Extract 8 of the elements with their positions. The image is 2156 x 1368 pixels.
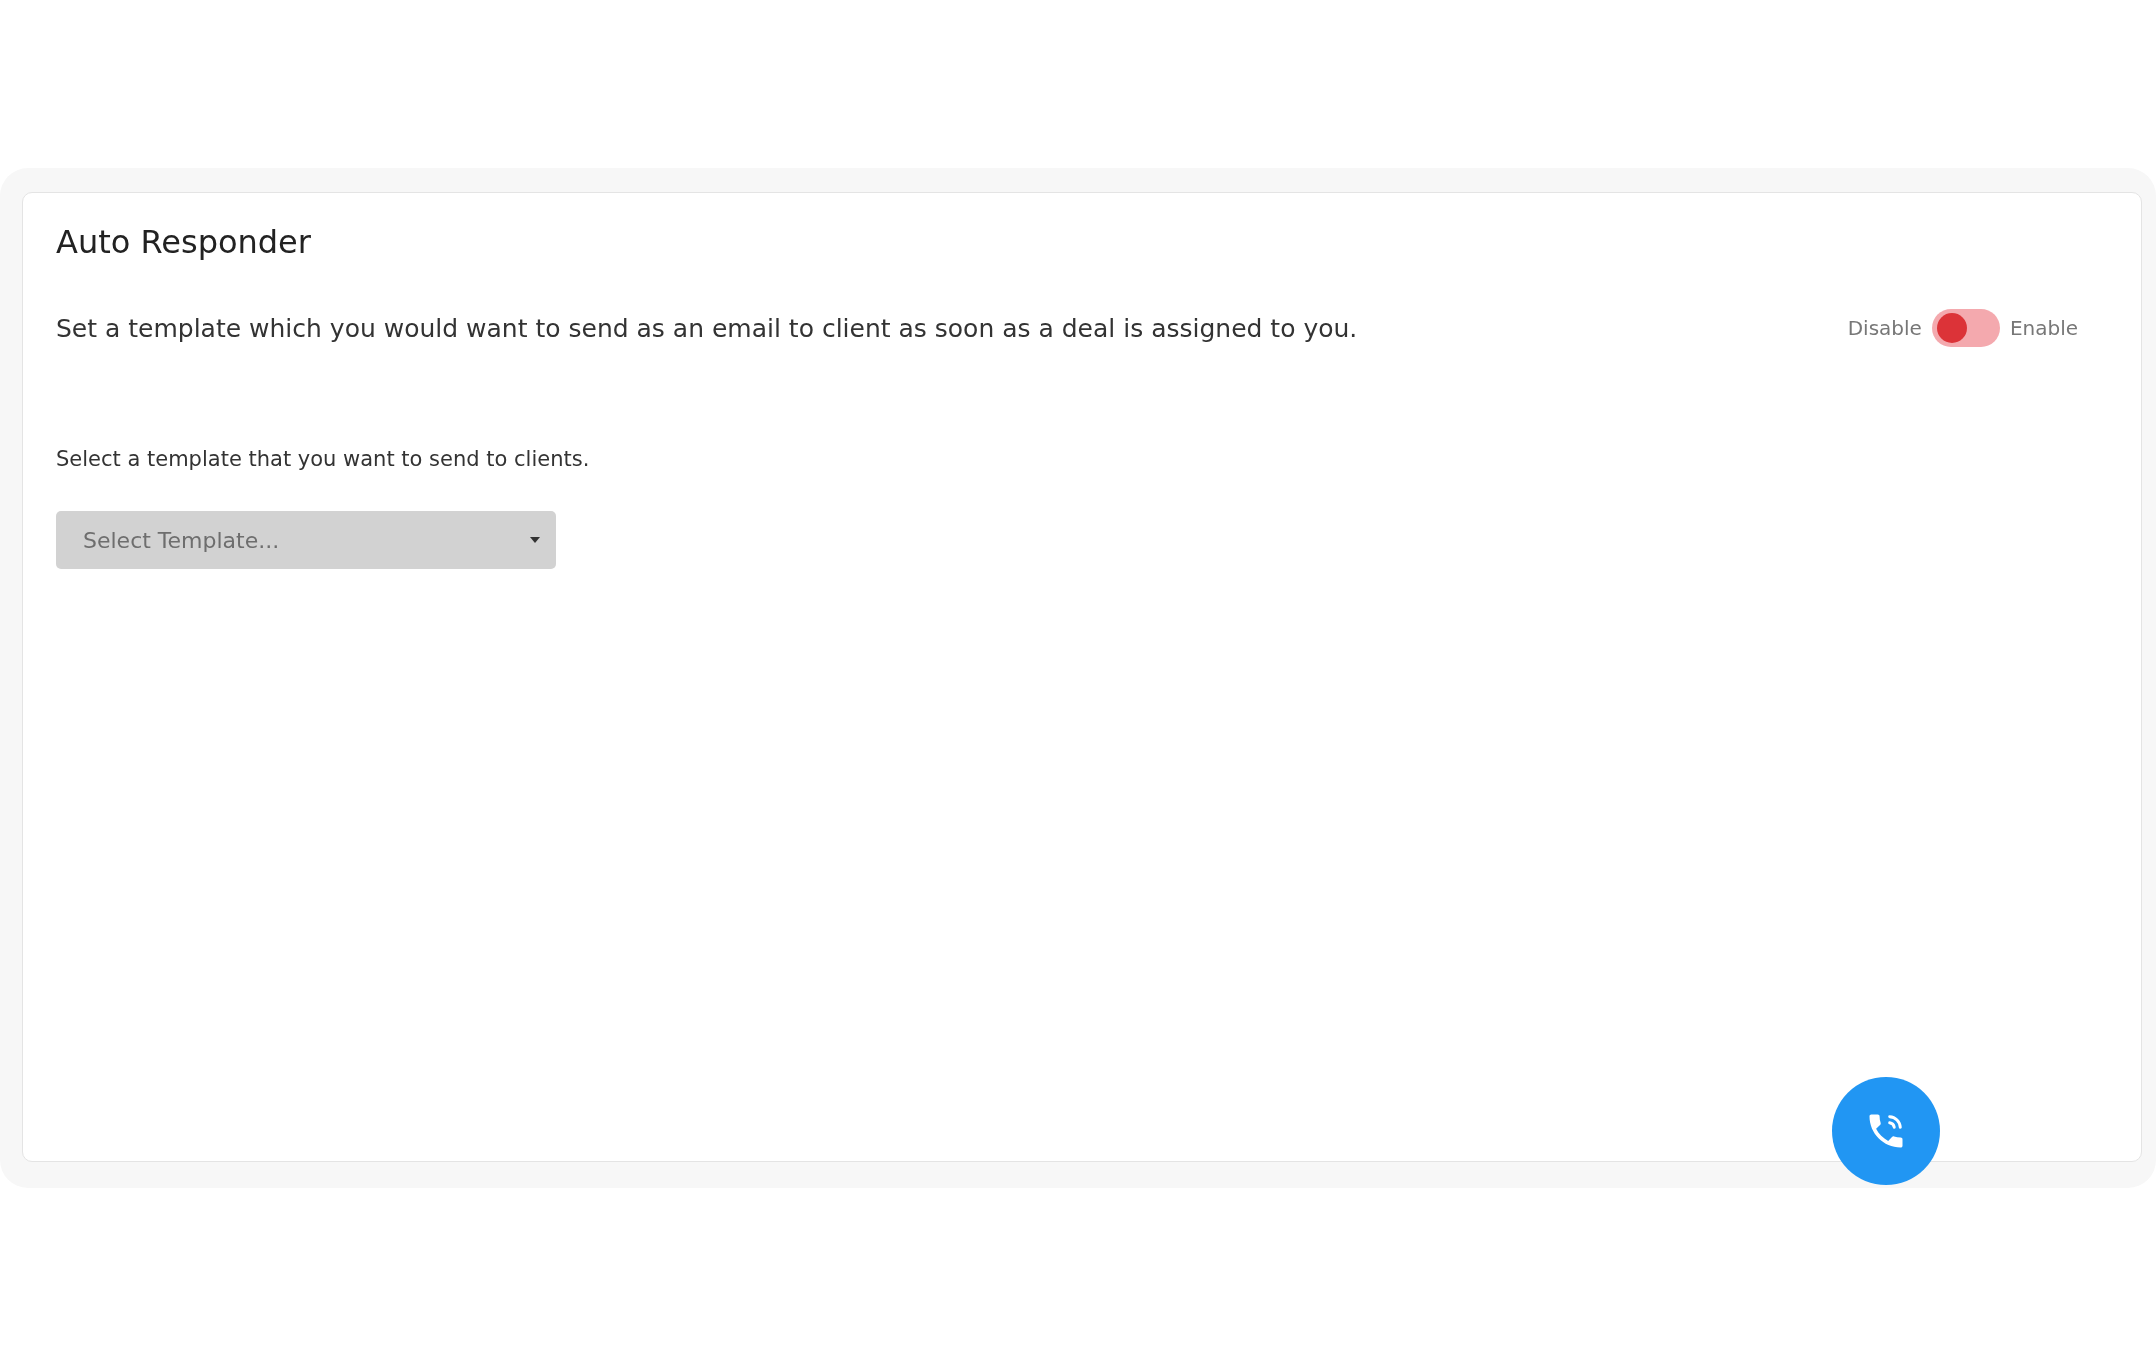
disable-label: Disable (1847, 316, 1922, 340)
template-dropdown[interactable]: Select Template... (56, 511, 556, 569)
enable-label: Enable (2009, 316, 2078, 340)
page-title: Auto Responder (56, 223, 312, 261)
toggle-switch[interactable] (1931, 309, 2000, 347)
caret-icon (530, 537, 540, 543)
description-text: Set a template which you would want to send as an email to client as soon as a deal is assigned to you. (56, 313, 1358, 343)
select-label: Select a template that you want to send to clients. (56, 447, 591, 471)
